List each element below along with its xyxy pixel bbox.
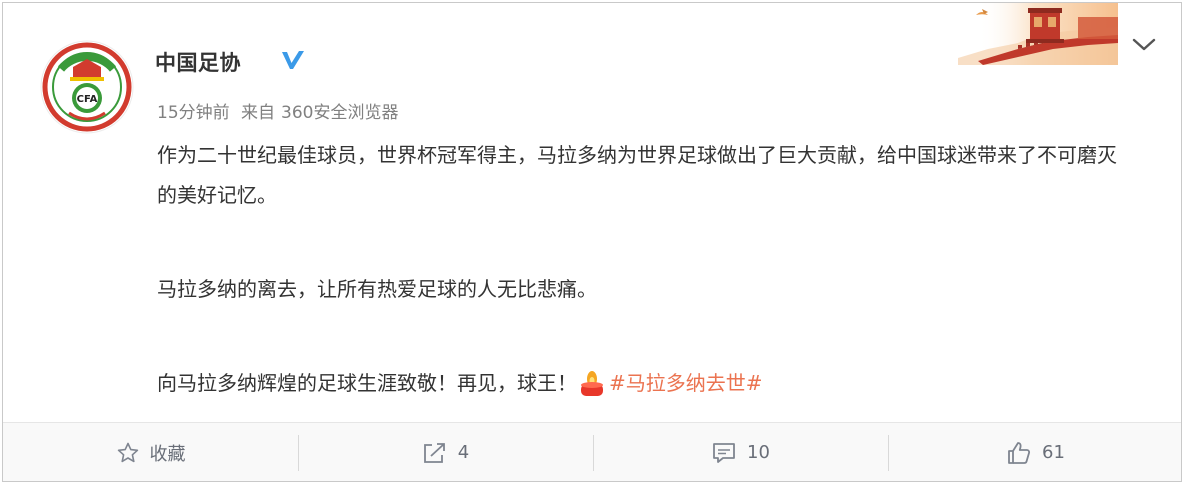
share-icon bbox=[423, 442, 445, 463]
like-button[interactable]: 61 bbox=[888, 423, 1181, 481]
favorite-button[interactable]: 收藏 bbox=[3, 423, 298, 481]
post-source[interactable]: 360安全浏览器 bbox=[281, 103, 398, 123]
action-bar: 收藏 4 10 61 bbox=[3, 422, 1181, 481]
post-content: 作为二十世纪最佳球员，世界杯冠军得主，马拉多纳为世界足球做出了巨大贡献，给中国球… bbox=[157, 135, 1117, 403]
weibo-post-card: CFA 中国足协 15分钟前 来自 360安全浏览器 作为二十世纪最佳球员，世界杯… bbox=[2, 2, 1182, 482]
share-button[interactable]: 4 bbox=[298, 423, 593, 481]
candle-emoji-icon bbox=[581, 371, 603, 396]
avatar-cfa-text: CFA bbox=[77, 94, 98, 105]
share-count: 4 bbox=[457, 442, 470, 463]
favorite-label: 收藏 bbox=[149, 443, 186, 465]
post-last-line-text: 向马拉多纳辉煌的足球生涯致敬！再见，球王！ bbox=[157, 371, 577, 395]
post-paragraph: 马拉多纳的离去，让所有热爱足球的人无比悲痛。 bbox=[157, 277, 597, 301]
great-wall-banner-image bbox=[958, 3, 1118, 65]
post-last-line: 向马拉多纳辉煌的足球生涯致敬！再见，球王！ #马拉多纳去世# bbox=[157, 363, 1117, 403]
source-prefix: 来自 bbox=[241, 103, 276, 123]
thumbs-up-icon bbox=[1008, 441, 1031, 464]
post-paragraph: 作为二十世纪最佳球员，世界杯冠军得主，马拉多纳为世界足球做出了巨大贡献，给中国球… bbox=[157, 143, 1117, 207]
hashtag-link[interactable]: #马拉多纳去世# bbox=[609, 371, 763, 395]
like-count: 61 bbox=[1042, 442, 1065, 463]
verified-v-icon bbox=[282, 51, 304, 69]
comment-icon bbox=[713, 442, 735, 463]
comment-button[interactable]: 10 bbox=[593, 423, 888, 481]
post-meta: 15分钟前 来自 360安全浏览器 bbox=[157, 98, 405, 123]
chevron-down-icon[interactable] bbox=[1129, 33, 1159, 55]
author-name[interactable]: 中国足协 bbox=[155, 47, 241, 77]
comment-count: 10 bbox=[747, 442, 770, 463]
post-time[interactable]: 15分钟前 bbox=[157, 103, 230, 123]
avatar[interactable]: CFA bbox=[39, 39, 135, 135]
star-icon bbox=[117, 442, 138, 462]
